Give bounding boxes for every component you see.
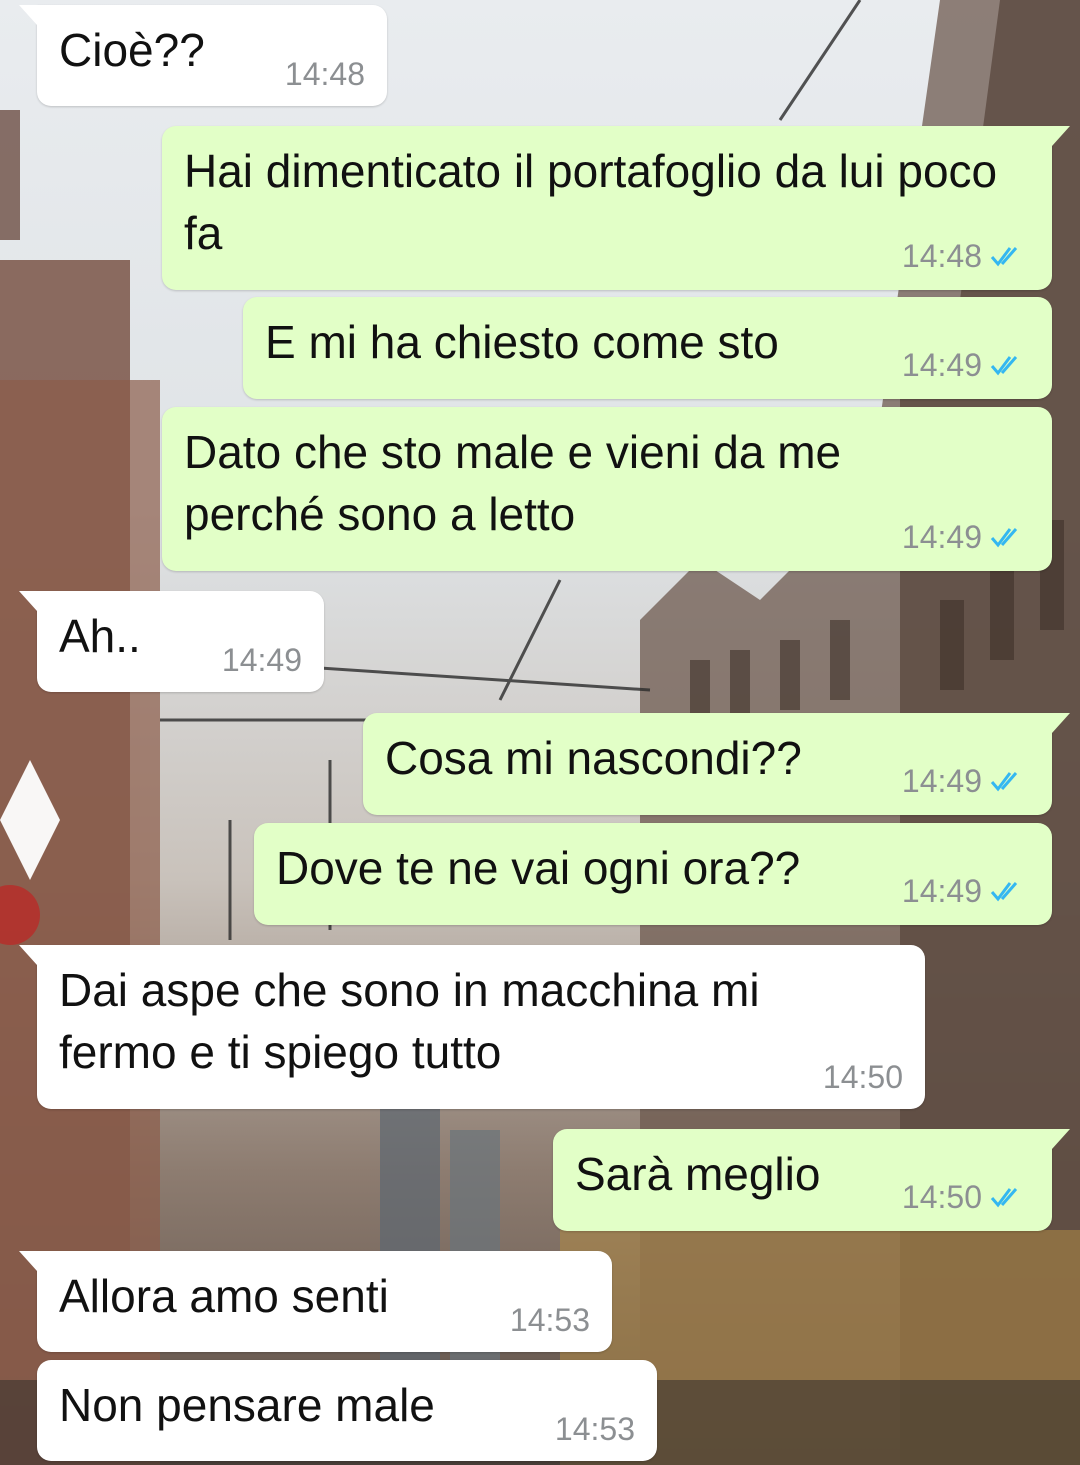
double-check-icon (990, 521, 1028, 557)
message-timestamp: 14:48 (901, 238, 982, 274)
message-bubble-incoming[interactable]: Cioè?? 14:48 (19, 5, 387, 106)
message-timestamp: 14:48 (284, 56, 365, 92)
double-check-icon (990, 1181, 1028, 1217)
message-timestamp: 14:50 (901, 1179, 982, 1215)
double-check-icon (990, 349, 1028, 385)
message-bubble-incoming[interactable]: Dai aspe che sono in macchina mi fermo e… (19, 945, 925, 1109)
message-timestamp: 14:49 (901, 519, 982, 555)
message-timestamp: 14:49 (221, 642, 302, 678)
double-check-icon (990, 240, 1028, 276)
message-bubble-outgoing[interactable]: Sarà meglio 14:50 (553, 1129, 1070, 1231)
double-check-icon (990, 765, 1028, 801)
message-timestamp: 14:53 (554, 1411, 635, 1447)
message-timestamp: 14:49 (901, 763, 982, 799)
message-timestamp: 14:49 (901, 347, 982, 383)
chat-conversation[interactable]: Cioè?? 14:48 Hai dimenticato il portafog… (0, 0, 1080, 1465)
message-text: Sarà meglio (575, 1148, 821, 1200)
message-bubble-outgoing[interactable]: Cosa mi nascondi?? 14:49 (363, 713, 1070, 815)
message-bubble-outgoing[interactable]: Dove te ne vai ogni ora?? 14:49 (254, 823, 1052, 925)
message-timestamp: 14:50 (822, 1059, 903, 1095)
message-text: Dato che sto male e vieni da me perché s… (184, 426, 842, 540)
message-timestamp: 14:49 (901, 873, 982, 909)
message-text: Non pensare male (59, 1379, 435, 1431)
message-bubble-incoming[interactable]: Non pensare male 14:53 (37, 1360, 657, 1461)
message-text: Cosa mi nascondi?? (385, 732, 802, 784)
message-bubble-outgoing[interactable]: Hai dimenticato il portafoglio da lui po… (162, 126, 1070, 290)
message-bubble-incoming[interactable]: Ah.. 14:49 (19, 591, 324, 692)
message-text: E mi ha chiesto come sto (265, 316, 779, 368)
message-text: Ah.. (59, 610, 141, 662)
message-timestamp: 14:53 (509, 1302, 590, 1338)
message-bubble-outgoing[interactable]: Dato che sto male e vieni da me perché s… (162, 407, 1052, 571)
message-text: Dove te ne vai ogni ora?? (276, 842, 801, 894)
message-text: Hai dimenticato il portafoglio da lui po… (184, 145, 998, 259)
message-text: Dai aspe che sono in macchina mi fermo e… (59, 964, 760, 1078)
double-check-icon (990, 875, 1028, 911)
message-text: Cioè?? (59, 24, 205, 76)
message-bubble-outgoing[interactable]: E mi ha chiesto come sto 14:49 (243, 297, 1052, 399)
message-text: Allora amo senti (59, 1270, 389, 1322)
message-bubble-incoming[interactable]: Allora amo senti 14:53 (19, 1251, 612, 1352)
